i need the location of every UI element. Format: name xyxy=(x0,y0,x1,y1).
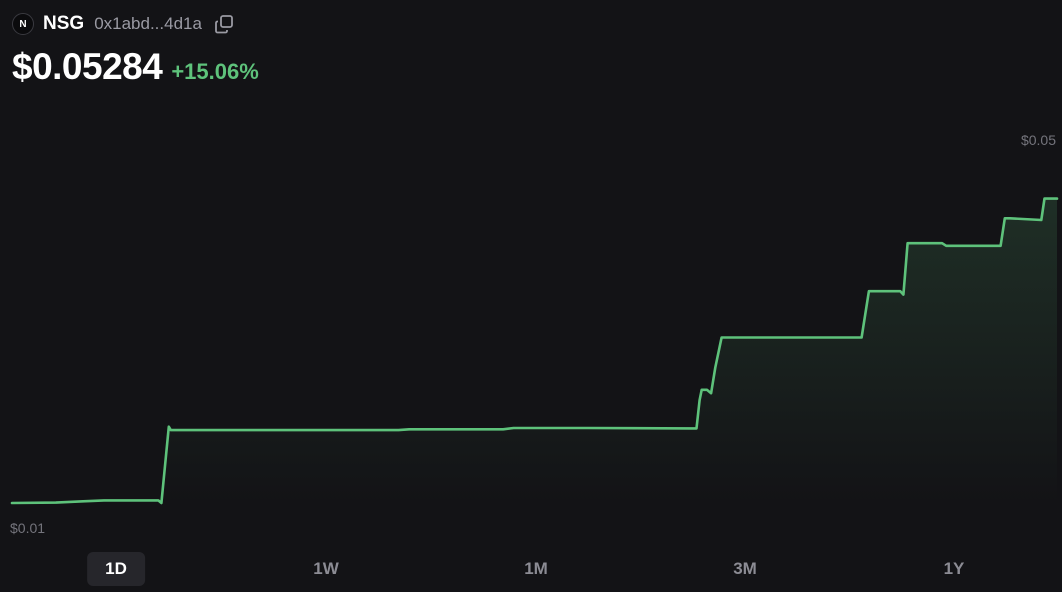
range-3m-button[interactable]: 3M xyxy=(715,552,775,586)
range-1w-button[interactable]: 1W xyxy=(295,552,357,586)
price-chart[interactable]: $0.05 $0.01 xyxy=(0,0,1062,550)
y-min-label: $0.01 xyxy=(10,520,45,536)
range-1d-button[interactable]: 1D xyxy=(87,552,145,586)
price-area-fill xyxy=(12,198,1057,503)
time-range-selector: 1D 1W 1M 3M 1Y xyxy=(0,550,1062,586)
range-1y-button[interactable]: 1Y xyxy=(926,552,983,586)
y-max-label: $0.05 xyxy=(1021,132,1056,148)
range-1m-button[interactable]: 1M xyxy=(506,552,566,586)
